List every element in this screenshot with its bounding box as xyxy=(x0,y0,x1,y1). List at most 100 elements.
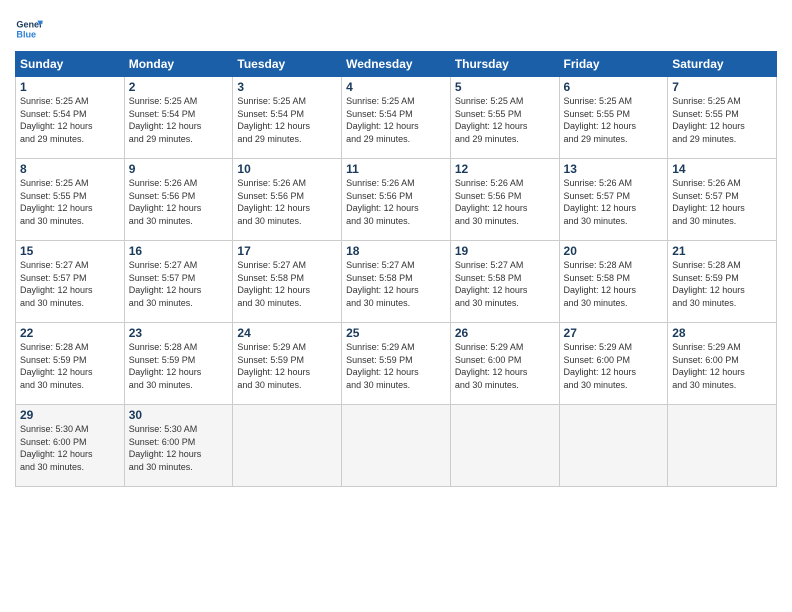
day-info: Sunrise: 5:27 AM Sunset: 5:58 PM Dayligh… xyxy=(455,259,555,309)
day-info: Sunrise: 5:26 AM Sunset: 5:56 PM Dayligh… xyxy=(346,177,446,227)
calendar-day-cell xyxy=(450,405,559,487)
calendar-day-cell: 26Sunrise: 5:29 AM Sunset: 6:00 PM Dayli… xyxy=(450,323,559,405)
calendar-week-row: 22Sunrise: 5:28 AM Sunset: 5:59 PM Dayli… xyxy=(16,323,777,405)
calendar-day-cell: 19Sunrise: 5:27 AM Sunset: 5:58 PM Dayli… xyxy=(450,241,559,323)
day-number: 19 xyxy=(455,244,555,258)
day-info: Sunrise: 5:25 AM Sunset: 5:55 PM Dayligh… xyxy=(455,95,555,145)
day-info: Sunrise: 5:28 AM Sunset: 5:59 PM Dayligh… xyxy=(672,259,772,309)
calendar-day-cell: 8Sunrise: 5:25 AM Sunset: 5:55 PM Daylig… xyxy=(16,159,125,241)
weekday-header: Sunday xyxy=(16,52,125,77)
day-number: 23 xyxy=(129,326,229,340)
day-number: 9 xyxy=(129,162,229,176)
day-number: 25 xyxy=(346,326,446,340)
day-number: 16 xyxy=(129,244,229,258)
calendar-page: General Blue SundayMondayTuesdayWednesda… xyxy=(0,0,792,612)
day-number: 21 xyxy=(672,244,772,258)
calendar-week-row: 8Sunrise: 5:25 AM Sunset: 5:55 PM Daylig… xyxy=(16,159,777,241)
day-info: Sunrise: 5:25 AM Sunset: 5:55 PM Dayligh… xyxy=(20,177,120,227)
calendar-day-cell: 15Sunrise: 5:27 AM Sunset: 5:57 PM Dayli… xyxy=(16,241,125,323)
day-number: 22 xyxy=(20,326,120,340)
day-number: 30 xyxy=(129,408,229,422)
day-info: Sunrise: 5:26 AM Sunset: 5:56 PM Dayligh… xyxy=(129,177,229,227)
day-info: Sunrise: 5:27 AM Sunset: 5:58 PM Dayligh… xyxy=(346,259,446,309)
day-number: 10 xyxy=(237,162,337,176)
calendar-day-cell: 6Sunrise: 5:25 AM Sunset: 5:55 PM Daylig… xyxy=(559,77,668,159)
day-info: Sunrise: 5:25 AM Sunset: 5:54 PM Dayligh… xyxy=(129,95,229,145)
day-number: 26 xyxy=(455,326,555,340)
day-info: Sunrise: 5:25 AM Sunset: 5:54 PM Dayligh… xyxy=(20,95,120,145)
weekday-header: Thursday xyxy=(450,52,559,77)
weekday-header: Monday xyxy=(124,52,233,77)
calendar-day-cell: 14Sunrise: 5:26 AM Sunset: 5:57 PM Dayli… xyxy=(668,159,777,241)
calendar-day-cell: 29Sunrise: 5:30 AM Sunset: 6:00 PM Dayli… xyxy=(16,405,125,487)
day-number: 20 xyxy=(564,244,664,258)
weekday-header: Tuesday xyxy=(233,52,342,77)
day-info: Sunrise: 5:26 AM Sunset: 5:57 PM Dayligh… xyxy=(672,177,772,227)
day-number: 18 xyxy=(346,244,446,258)
day-number: 3 xyxy=(237,80,337,94)
day-info: Sunrise: 5:27 AM Sunset: 5:57 PM Dayligh… xyxy=(20,259,120,309)
header: General Blue xyxy=(15,15,777,43)
day-number: 1 xyxy=(20,80,120,94)
calendar-day-cell: 23Sunrise: 5:28 AM Sunset: 5:59 PM Dayli… xyxy=(124,323,233,405)
day-number: 15 xyxy=(20,244,120,258)
day-info: Sunrise: 5:26 AM Sunset: 5:56 PM Dayligh… xyxy=(455,177,555,227)
day-info: Sunrise: 5:29 AM Sunset: 5:59 PM Dayligh… xyxy=(237,341,337,391)
day-number: 24 xyxy=(237,326,337,340)
day-info: Sunrise: 5:29 AM Sunset: 5:59 PM Dayligh… xyxy=(346,341,446,391)
day-number: 4 xyxy=(346,80,446,94)
day-number: 14 xyxy=(672,162,772,176)
logo-icon: General Blue xyxy=(15,15,43,43)
day-info: Sunrise: 5:28 AM Sunset: 5:59 PM Dayligh… xyxy=(129,341,229,391)
calendar-day-cell: 25Sunrise: 5:29 AM Sunset: 5:59 PM Dayli… xyxy=(342,323,451,405)
calendar-day-cell: 11Sunrise: 5:26 AM Sunset: 5:56 PM Dayli… xyxy=(342,159,451,241)
calendar-day-cell: 13Sunrise: 5:26 AM Sunset: 5:57 PM Dayli… xyxy=(559,159,668,241)
day-number: 13 xyxy=(564,162,664,176)
calendar-week-row: 29Sunrise: 5:30 AM Sunset: 6:00 PM Dayli… xyxy=(16,405,777,487)
calendar-table: SundayMondayTuesdayWednesdayThursdayFrid… xyxy=(15,51,777,487)
calendar-day-cell: 12Sunrise: 5:26 AM Sunset: 5:56 PM Dayli… xyxy=(450,159,559,241)
day-info: Sunrise: 5:30 AM Sunset: 6:00 PM Dayligh… xyxy=(129,423,229,473)
calendar-day-cell: 1Sunrise: 5:25 AM Sunset: 5:54 PM Daylig… xyxy=(16,77,125,159)
day-number: 5 xyxy=(455,80,555,94)
calendar-day-cell xyxy=(668,405,777,487)
day-info: Sunrise: 5:25 AM Sunset: 5:54 PM Dayligh… xyxy=(237,95,337,145)
day-number: 12 xyxy=(455,162,555,176)
calendar-day-cell: 10Sunrise: 5:26 AM Sunset: 5:56 PM Dayli… xyxy=(233,159,342,241)
calendar-day-cell: 5Sunrise: 5:25 AM Sunset: 5:55 PM Daylig… xyxy=(450,77,559,159)
calendar-day-cell: 2Sunrise: 5:25 AM Sunset: 5:54 PM Daylig… xyxy=(124,77,233,159)
calendar-week-row: 1Sunrise: 5:25 AM Sunset: 5:54 PM Daylig… xyxy=(16,77,777,159)
day-info: Sunrise: 5:29 AM Sunset: 6:00 PM Dayligh… xyxy=(672,341,772,391)
svg-text:Blue: Blue xyxy=(16,29,36,39)
calendar-day-cell: 18Sunrise: 5:27 AM Sunset: 5:58 PM Dayli… xyxy=(342,241,451,323)
day-info: Sunrise: 5:28 AM Sunset: 5:58 PM Dayligh… xyxy=(564,259,664,309)
day-number: 17 xyxy=(237,244,337,258)
calendar-day-cell: 24Sunrise: 5:29 AM Sunset: 5:59 PM Dayli… xyxy=(233,323,342,405)
day-info: Sunrise: 5:26 AM Sunset: 5:57 PM Dayligh… xyxy=(564,177,664,227)
calendar-day-cell: 16Sunrise: 5:27 AM Sunset: 5:57 PM Dayli… xyxy=(124,241,233,323)
weekday-header: Friday xyxy=(559,52,668,77)
calendar-week-row: 15Sunrise: 5:27 AM Sunset: 5:57 PM Dayli… xyxy=(16,241,777,323)
calendar-body: 1Sunrise: 5:25 AM Sunset: 5:54 PM Daylig… xyxy=(16,77,777,487)
day-info: Sunrise: 5:29 AM Sunset: 6:00 PM Dayligh… xyxy=(455,341,555,391)
calendar-day-cell xyxy=(559,405,668,487)
calendar-day-cell: 27Sunrise: 5:29 AM Sunset: 6:00 PM Dayli… xyxy=(559,323,668,405)
day-number: 11 xyxy=(346,162,446,176)
weekday-header: Saturday xyxy=(668,52,777,77)
day-number: 6 xyxy=(564,80,664,94)
calendar-day-cell xyxy=(342,405,451,487)
day-number: 8 xyxy=(20,162,120,176)
calendar-day-cell: 17Sunrise: 5:27 AM Sunset: 5:58 PM Dayli… xyxy=(233,241,342,323)
calendar-day-cell xyxy=(233,405,342,487)
calendar-day-cell: 20Sunrise: 5:28 AM Sunset: 5:58 PM Dayli… xyxy=(559,241,668,323)
calendar-day-cell: 9Sunrise: 5:26 AM Sunset: 5:56 PM Daylig… xyxy=(124,159,233,241)
calendar-day-cell: 4Sunrise: 5:25 AM Sunset: 5:54 PM Daylig… xyxy=(342,77,451,159)
day-info: Sunrise: 5:28 AM Sunset: 5:59 PM Dayligh… xyxy=(20,341,120,391)
calendar-header-row: SundayMondayTuesdayWednesdayThursdayFrid… xyxy=(16,52,777,77)
weekday-header: Wednesday xyxy=(342,52,451,77)
day-info: Sunrise: 5:26 AM Sunset: 5:56 PM Dayligh… xyxy=(237,177,337,227)
day-info: Sunrise: 5:25 AM Sunset: 5:55 PM Dayligh… xyxy=(564,95,664,145)
day-number: 27 xyxy=(564,326,664,340)
day-number: 28 xyxy=(672,326,772,340)
day-number: 2 xyxy=(129,80,229,94)
